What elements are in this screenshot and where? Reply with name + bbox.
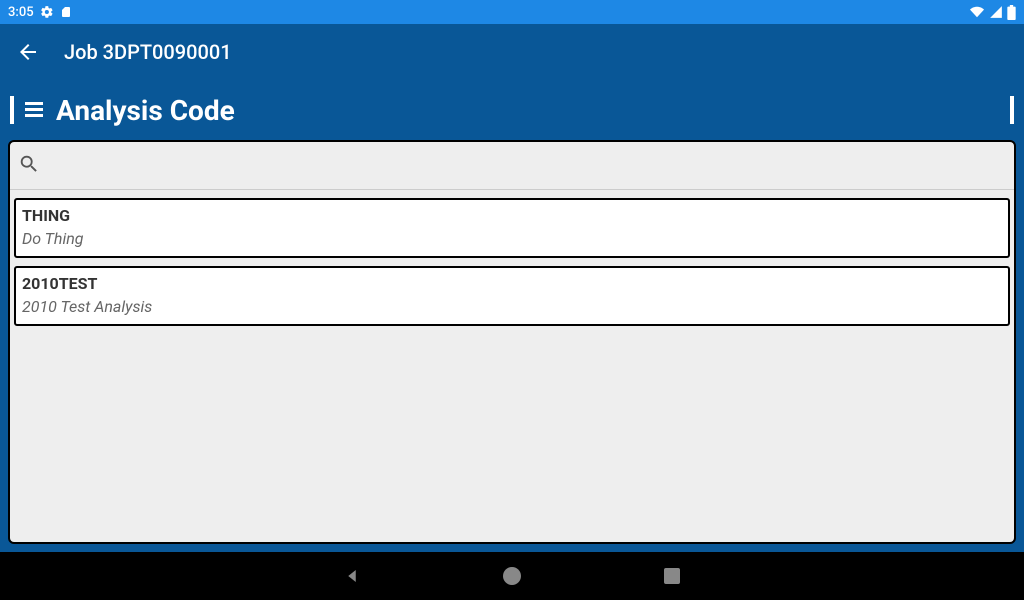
header-bar-left [10, 96, 14, 124]
back-button[interactable] [16, 40, 40, 64]
header-bar-right [1010, 96, 1014, 124]
item-desc: 2010 Test Analysis [22, 297, 1002, 316]
gear-icon [40, 5, 54, 19]
status-right [969, 5, 1016, 20]
panel: THING Do Thing 2010TEST 2010 Test Analysis [8, 140, 1016, 544]
search-row [10, 142, 1014, 190]
search-input[interactable] [48, 157, 1006, 175]
app-bar: Job 3DPT0090001 [0, 24, 1024, 80]
item-code: 2010TEST [22, 274, 1002, 293]
nav-back-button[interactable] [342, 566, 362, 586]
status-time: 3:05 [8, 5, 34, 20]
nav-home-button[interactable] [502, 566, 522, 586]
item-code: THING [22, 206, 1002, 225]
list-item[interactable]: THING Do Thing [14, 198, 1010, 258]
list: THING Do Thing 2010TEST 2010 Test Analysis [10, 190, 1014, 542]
list-item[interactable]: 2010TEST 2010 Test Analysis [14, 266, 1010, 326]
signal-icon [989, 5, 1003, 19]
section-header: Analysis Code [0, 80, 1024, 140]
nav-recents-button[interactable] [662, 566, 682, 586]
status-bar: 3:05 [0, 0, 1024, 24]
content-wrap: THING Do Thing 2010TEST 2010 Test Analysis [0, 140, 1024, 552]
status-left: 3:05 [8, 5, 72, 20]
android-nav-bar [0, 552, 1024, 600]
battery-icon [1007, 5, 1016, 20]
search-icon[interactable] [18, 153, 40, 179]
item-desc: Do Thing [22, 229, 1002, 248]
wifi-icon [969, 5, 985, 19]
section-title: Analysis Code [56, 94, 1010, 127]
sd-card-icon [60, 5, 72, 19]
list-icon [20, 98, 48, 122]
app-bar-title: Job 3DPT0090001 [64, 40, 232, 64]
